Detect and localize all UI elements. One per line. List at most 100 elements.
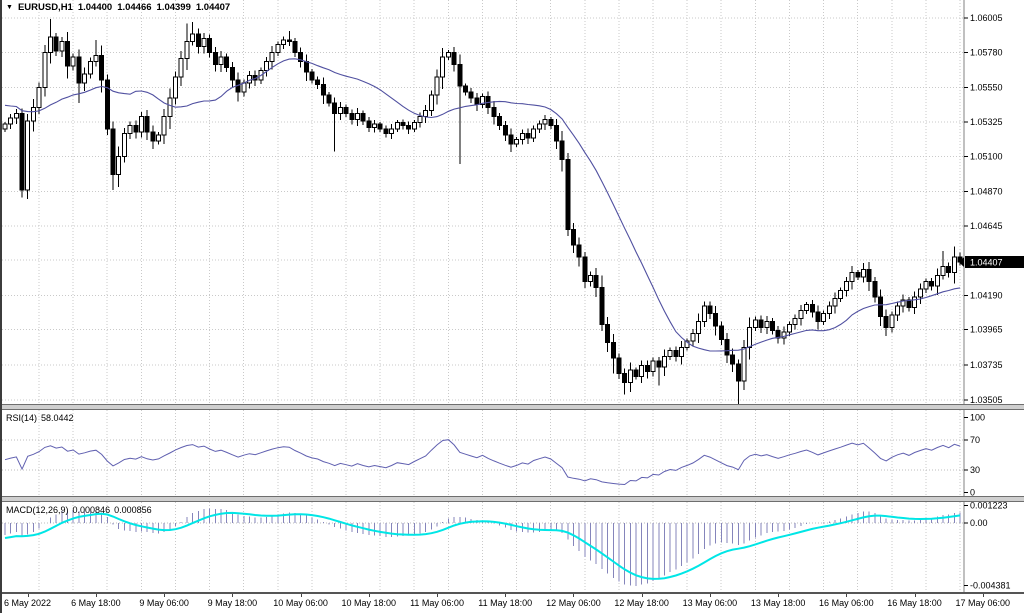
horizontal-gridlines: [2, 18, 964, 400]
time-tick: [232, 594, 233, 597]
candle-body: [174, 77, 178, 98]
candle-body: [196, 34, 200, 46]
candle-body: [680, 347, 684, 356]
vertical-gridlines: [39, 502, 960, 592]
candle-body: [611, 343, 615, 358]
ohlc-close: 1.04407: [196, 2, 230, 13]
rsi-pane[interactable]: 10070300: [2, 410, 1024, 496]
candle-body: [128, 126, 132, 134]
candle-body: [645, 366, 649, 372]
pane-splitter-rsi[interactable]: [2, 404, 1024, 410]
candle-body: [725, 340, 729, 355]
time-tick: [28, 594, 29, 597]
svg-text:1.06005: 1.06005: [970, 13, 1003, 23]
candle-body: [350, 114, 354, 120]
candle-body: [799, 311, 803, 319]
time-tick: [301, 594, 302, 597]
time-axis[interactable]: 6 May 20226 May 18:009 May 06:009 May 18…: [2, 594, 1024, 613]
candle-body: [753, 320, 757, 328]
axis-labels[interactable]: 0.0012230.00-0.004381: [964, 502, 1011, 591]
candle-body: [833, 298, 837, 306]
time-label: 9 May 06:00: [139, 598, 189, 608]
pane-splitter-macd[interactable]: [2, 496, 1024, 502]
candle-body: [265, 62, 269, 71]
candle-body: [139, 117, 143, 132]
candle-body: [321, 84, 325, 95]
candle-body: [230, 68, 234, 80]
time-label: 10 May 18:00: [342, 598, 397, 608]
chart-title: ▼EURUSD,H11.044001.044661.043991.04407: [6, 2, 235, 13]
candle-body: [452, 52, 456, 64]
candle-body: [691, 334, 695, 342]
candle-body: [77, 57, 81, 83]
candle-body: [344, 107, 348, 113]
time-label: 16 May 06:00: [819, 598, 874, 608]
macd-label: MACD(12,26,9)0.0008460.000856: [6, 505, 156, 515]
candle-body: [714, 314, 718, 326]
time-label: 6 May 18:00: [71, 598, 121, 608]
candle-body: [378, 124, 382, 129]
candle-body: [651, 361, 655, 372]
candle-body: [554, 126, 558, 141]
time-label: 13 May 06:00: [683, 598, 738, 608]
candle-body: [560, 141, 564, 159]
symbol-period-label: EURUSD,H1: [18, 2, 73, 13]
candle-body: [247, 75, 251, 83]
axis-labels[interactable]: 10070300: [964, 413, 985, 497]
candle-body: [708, 306, 712, 314]
candle-body: [606, 324, 610, 342]
candle-body: [861, 269, 865, 277]
time-tick: [164, 594, 165, 597]
time-label: 12 May 06:00: [546, 598, 601, 608]
candle-body: [935, 275, 939, 286]
candle-body: [628, 370, 632, 382]
macd-pane[interactable]: 0.0012230.00-0.004381: [2, 502, 1024, 592]
candle-body: [100, 55, 104, 79]
candle-body: [14, 114, 18, 119]
candle-body: [282, 40, 286, 45]
candle-body: [884, 317, 888, 328]
candle-body: [395, 123, 399, 129]
main-chart-pane[interactable]: 1.060051.057801.055501.053251.051001.048…: [2, 0, 1024, 404]
candle-body: [617, 358, 621, 373]
candle-body: [316, 80, 320, 85]
candle-body: [151, 132, 155, 141]
candles-group: [3, 19, 962, 404]
candle-body: [179, 58, 183, 76]
time-label: 6 May 2022: [4, 598, 51, 608]
candle-body: [202, 39, 206, 47]
candle-body: [577, 245, 581, 257]
time-tick: [983, 594, 984, 597]
candle-body: [600, 288, 604, 325]
candle-body: [60, 42, 64, 51]
rsi-value: 58.0442: [41, 413, 74, 423]
candle-body: [219, 57, 223, 65]
candle-body: [424, 110, 428, 116]
svg-text:1.04645: 1.04645: [970, 221, 1003, 231]
collapse-arrow-icon[interactable]: ▼: [6, 4, 13, 11]
candle-body: [361, 114, 365, 122]
svg-text:1.04870: 1.04870: [970, 186, 1003, 196]
candle-body: [367, 121, 371, 127]
candle-body: [589, 275, 593, 281]
candle-body: [390, 129, 394, 134]
axis-labels[interactable]: 1.060051.057801.055501.053251.051001.048…: [964, 13, 1003, 404]
rsi-name: RSI(14): [6, 413, 37, 423]
candle-body: [475, 98, 479, 104]
candle-body: [668, 350, 672, 356]
rsi-label: RSI(14) 58.0442: [6, 413, 78, 423]
macd-value-signal: 0.000856: [114, 505, 152, 515]
candle-body: [788, 324, 792, 332]
candle-body: [850, 272, 854, 281]
candle-body: [640, 366, 644, 377]
candle-body: [532, 129, 536, 138]
time-label: 10 May 06:00: [273, 598, 328, 608]
candle-body: [384, 129, 388, 134]
candle-body: [515, 139, 519, 144]
svg-text:-0.004381: -0.004381: [970, 581, 1011, 591]
candle-body: [498, 117, 502, 126]
candle-body: [822, 314, 826, 322]
candle-body: [310, 72, 314, 80]
candle-body: [759, 320, 763, 328]
candle-body: [543, 120, 547, 125]
